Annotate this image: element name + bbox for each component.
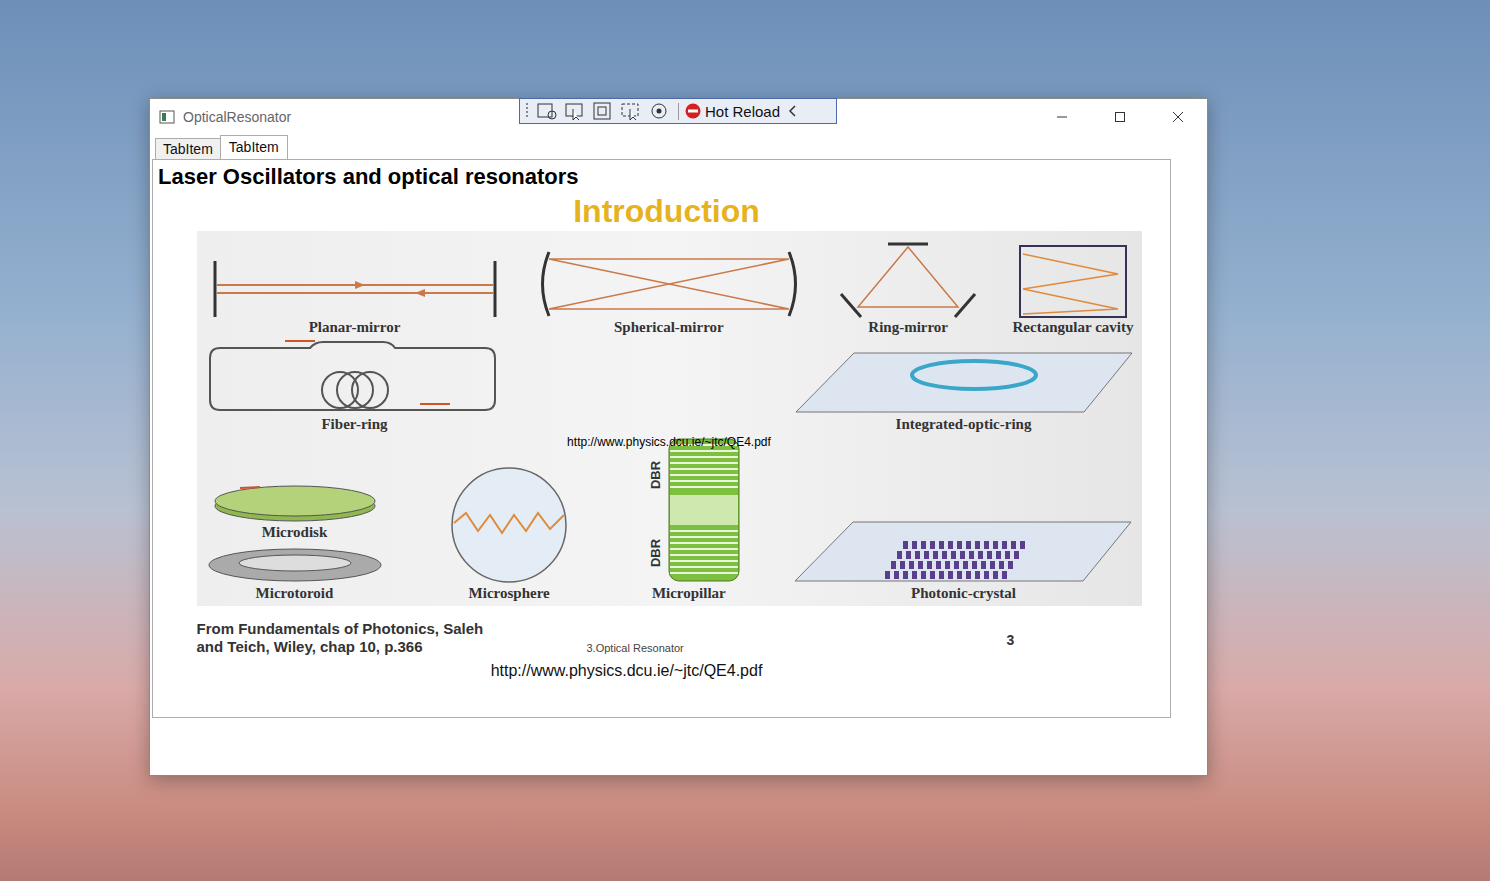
resonator-item: Microsphere: [434, 465, 584, 602]
resonator-item: Planar-mirror: [205, 259, 505, 336]
figure-cell: Microdisk Microtoroid: [205, 482, 385, 602]
collapse-icon[interactable]: [786, 101, 800, 121]
select-element-icon[interactable]: [564, 101, 586, 121]
maximize-icon: [1114, 111, 1126, 123]
resonator-label: Fiber-ring: [321, 416, 387, 433]
stop-icon: [685, 103, 701, 119]
app-window: OpticalResonator TabItemTabItemLaser Osci…: [149, 98, 1208, 776]
maximize-button[interactable]: [1091, 99, 1149, 135]
resonator-item: Ring-mirror: [833, 239, 983, 336]
figure-cell: DBR DBR Micropillar: [634, 435, 744, 602]
live-tree-icon[interactable]: [536, 101, 558, 121]
resonator-item: Photonic-crystal: [793, 519, 1133, 602]
slide-page-number: 3: [1007, 632, 1015, 656]
slide-title: Introduction: [573, 191, 760, 231]
figure-cell: Microsphere: [434, 465, 584, 602]
hot-reload-label: Hot Reload: [705, 103, 780, 120]
binding-failures-icon[interactable]: [648, 101, 670, 121]
micropillar-icon: DBR DBR: [634, 435, 744, 585]
grip-icon: [524, 101, 530, 121]
slide-footer-title: 3.Optical Resonator: [587, 642, 1007, 656]
resonator-item: Rectangular cavity: [1013, 244, 1134, 336]
layout-adorner-icon[interactable]: [592, 101, 614, 121]
desktop: OpticalResonator TabItemTabItemLaser Osci…: [0, 0, 1490, 881]
spherical-mirror-icon: [534, 249, 804, 319]
fiber-ring-icon: [205, 338, 505, 416]
figure-row: Fiber-ring Integrated-optic-ring: [205, 338, 1134, 433]
minimize-button[interactable]: [1033, 99, 1091, 135]
window-title: OpticalResonator: [183, 109, 291, 125]
resonator-item: Microtoroid: [205, 543, 385, 602]
figure-cell: Ring-mirror: [833, 239, 983, 336]
source-link[interactable]: http://www.physics.dcu.ie/~jtc/QE4.pdf: [153, 662, 1170, 680]
resonator-label: Micropillar: [652, 585, 726, 602]
microsphere-icon: [434, 465, 584, 585]
close-icon: [1172, 111, 1184, 123]
microdisk-icon: [210, 482, 380, 524]
resonator-item: Integrated-optic-ring: [794, 350, 1134, 433]
resonator-label: Planar-mirror: [309, 319, 401, 336]
rectangular-cavity-icon: [1018, 244, 1128, 319]
minimize-icon: [1056, 111, 1068, 123]
photonic-crystal-icon: [793, 519, 1133, 585]
slide-caption: From Fundamentals of Photonics, Salehand…: [197, 620, 587, 656]
figure-cell: Spherical-mirror: [534, 249, 804, 336]
slide: Introduction Planar-mirror Spherical-mirro…: [153, 191, 1170, 656]
figure-cell: Rectangular cavity: [1013, 244, 1134, 336]
resonator-label: Microdisk: [262, 524, 328, 541]
resonator-item: DBR DBR Micropillar: [634, 435, 744, 602]
resonator-label: Spherical-mirror: [614, 319, 724, 336]
app-icon: [159, 109, 175, 125]
integrated-optic-ring-icon: [794, 350, 1134, 416]
resonator-label: Photonic-crystal: [911, 585, 1016, 602]
slide-footer: From Fundamentals of Photonics, Salehand…: [197, 606, 1142, 656]
figure-cell: Planar-mirror: [205, 259, 505, 336]
resonator-label: Microsphere: [469, 585, 550, 602]
figure-row: Microdisk Microtoroid Microsphere DBR DBR Mic…: [205, 435, 1134, 602]
tab[interactable]: TabItem: [155, 138, 221, 159]
tab[interactable]: TabItem: [220, 135, 288, 159]
resonator-item: Spherical-mirror: [534, 249, 804, 336]
svg-text:DBR: DBR: [648, 538, 663, 567]
resonator-label: Ring-mirror: [868, 319, 948, 336]
tab-content: Laser Oscillators and optical resonators…: [152, 159, 1171, 718]
hot-reload-button[interactable]: Hot Reload: [678, 103, 780, 120]
resonator-label: Microtoroid: [256, 585, 334, 602]
overlay-link[interactable]: http://www.physics.dcu.ie/~jtc/QE4.pdf: [567, 435, 771, 449]
resonator-item: Fiber-ring: [205, 338, 505, 433]
debug-toolbar: Hot Reload: [519, 98, 837, 124]
microtoroid-icon: [205, 543, 385, 585]
resonator-item: Microdisk: [210, 482, 380, 541]
planar-mirror-icon: [205, 259, 505, 319]
figure-cell: Integrated-optic-ring: [794, 350, 1134, 433]
heading: Laser Oscillators and optical resonators: [153, 160, 1170, 191]
figure-row: Planar-mirror Spherical-mirror Ring-mirror…: [205, 239, 1134, 336]
figure-cell: Fiber-ring: [205, 338, 505, 433]
close-button[interactable]: [1149, 99, 1207, 135]
resonator-figure: Planar-mirror Spherical-mirror Ring-mirror…: [197, 231, 1142, 606]
figure-cell: Photonic-crystal: [793, 519, 1133, 602]
ring-mirror-icon: [833, 239, 983, 319]
resonator-label: Rectangular cavity: [1013, 319, 1134, 336]
tab-strip: TabItemTabItem: [150, 135, 1207, 159]
svg-text:DBR: DBR: [648, 460, 663, 489]
track-focus-icon[interactable]: [620, 101, 642, 121]
resonator-label: Integrated-optic-ring: [896, 416, 1032, 433]
